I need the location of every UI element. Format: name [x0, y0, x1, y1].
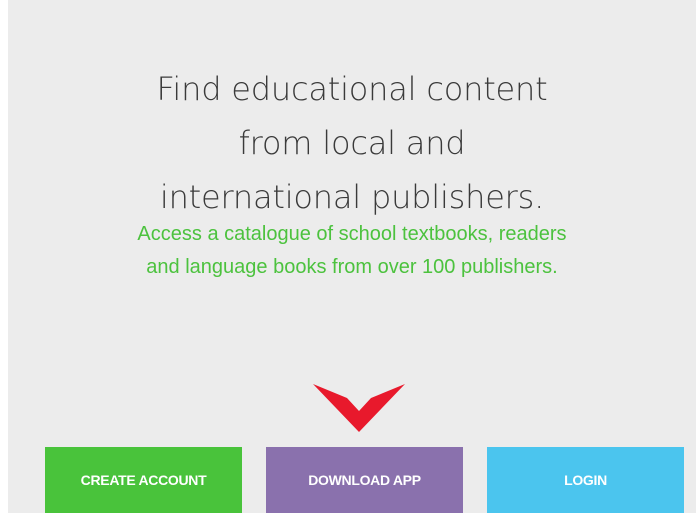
create-account-button[interactable]: CREATE ACCOUNT	[45, 447, 242, 513]
create-account-label: CREATE ACCOUNT	[80, 472, 207, 488]
hero-headline-line: from local and	[238, 124, 466, 162]
login-label: LOGIN	[564, 472, 607, 488]
hero-subline-line: and language books from over 100 publish…	[146, 256, 558, 278]
hero-headline: Find educational content from local and …	[8, 62, 696, 224]
hero-headline-line: international publishers.	[159, 178, 545, 216]
chevron-down-icon[interactable]	[313, 378, 405, 434]
chevron-down-shape	[313, 384, 405, 432]
hero-subline-line: Access a catalogue of school textbooks, …	[137, 223, 567, 245]
hero-section: Find educational content from local and …	[8, 0, 696, 513]
hero-subline: Access a catalogue of school textbooks, …	[8, 218, 696, 284]
download-app-label: DOWNLOAD APP	[308, 472, 421, 488]
login-button[interactable]: LOGIN	[487, 447, 684, 513]
download-app-button[interactable]: DOWNLOAD APP	[266, 447, 463, 513]
hero-headline-line: Find educational content	[156, 70, 548, 108]
